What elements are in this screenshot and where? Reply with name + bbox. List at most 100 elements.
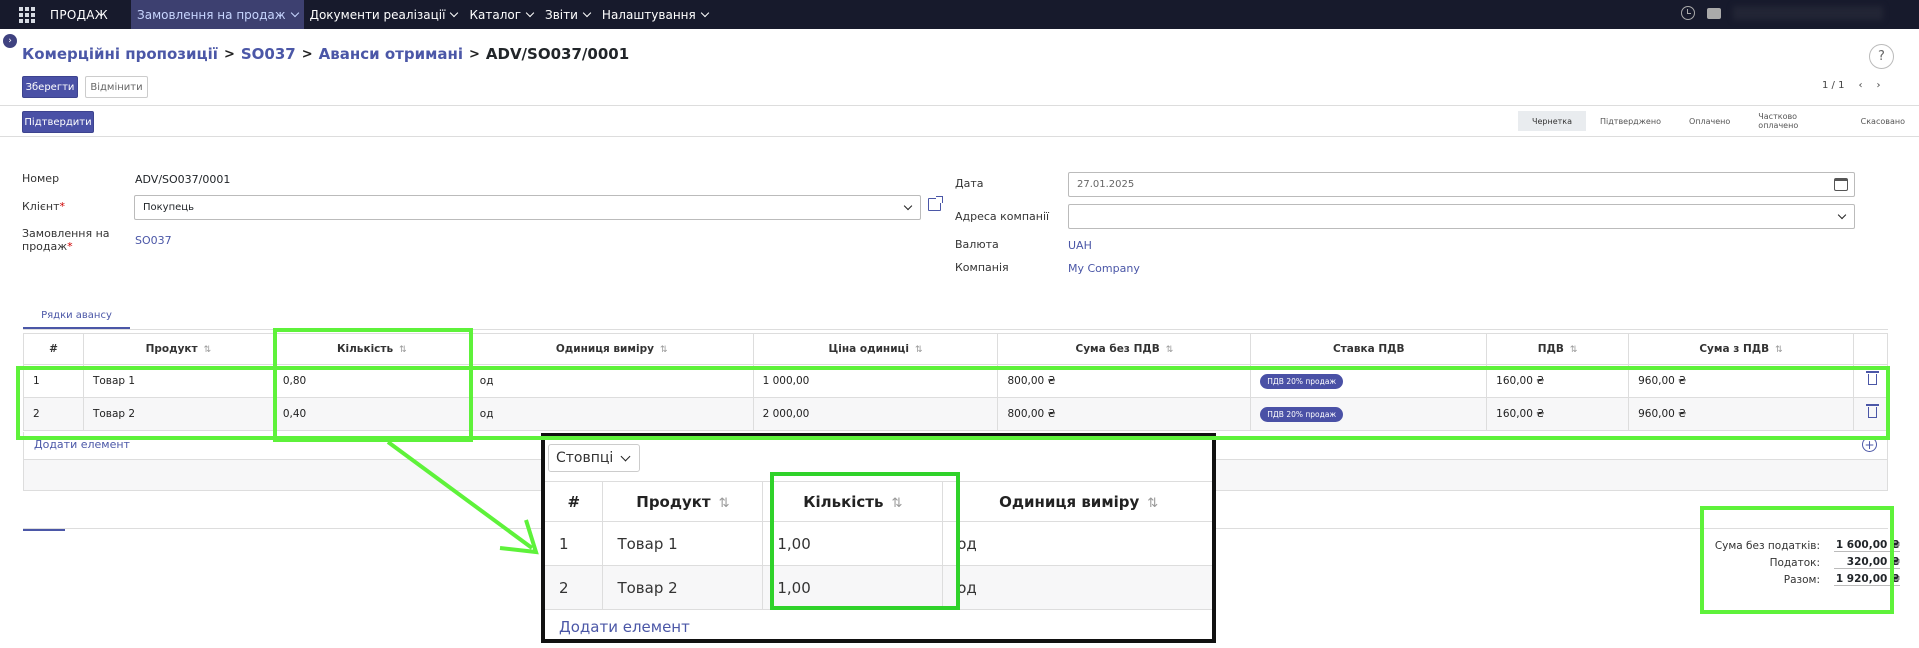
stage-partially-paid[interactable]: Частково оплачено: [1744, 111, 1846, 131]
company-address-label: Адреса компанії: [955, 210, 1050, 223]
col-product[interactable]: Продукт ⇅: [82, 333, 274, 365]
menu-reports[interactable]: Звіти: [539, 0, 596, 29]
stage-draft[interactable]: Чернетка: [1518, 111, 1587, 131]
systray: [1681, 6, 1883, 20]
col-price-label: Ціна одиниці: [828, 343, 909, 355]
divider: [0, 136, 1919, 137]
sort-icon[interactable]: ⇅: [1570, 345, 1578, 355]
tab-underline: [23, 529, 65, 531]
chevron-down-icon[interactable]: [1837, 210, 1847, 220]
required-mark: *: [59, 200, 66, 213]
menu-settings[interactable]: Налаштування: [596, 0, 714, 29]
sort-icon[interactable]: ⇅: [1147, 496, 1158, 511]
chevron-right-icon: >: [301, 46, 313, 62]
cell-uom[interactable]: од: [942, 521, 1212, 566]
help-button[interactable]: ?: [1869, 44, 1894, 69]
currency-value[interactable]: UAH: [1068, 239, 1092, 252]
menu-sales-orders[interactable]: Замовлення на продаж: [131, 0, 304, 29]
date-label: Дата: [955, 177, 984, 190]
pager: 1 / 1 ‹ ›: [1822, 80, 1880, 91]
user-menu-blurred[interactable]: [1733, 6, 1883, 20]
discard-button[interactable]: Відмінити: [85, 76, 148, 98]
currency-label: Валюта: [955, 238, 999, 251]
chevron-down-icon[interactable]: [903, 201, 913, 211]
highlight-totals-box: [1700, 506, 1894, 614]
app-brand[interactable]: ПРОДАЖ: [50, 8, 108, 22]
highlight-quantity-box: [273, 328, 473, 442]
apps-grid-icon[interactable]: [17, 5, 37, 25]
confirm-button[interactable]: Підтвердити: [22, 111, 94, 133]
menu-label: Налаштування: [601, 7, 696, 22]
cell-uom[interactable]: од: [942, 565, 1212, 610]
cell-product[interactable]: Товар 1: [602, 521, 764, 566]
chevron-down-icon: [525, 8, 535, 17]
col-total[interactable]: Сума з ПДВ ⇅: [1628, 333, 1854, 365]
divider: [0, 105, 1919, 106]
breadcrumb-order[interactable]: SO037: [241, 45, 296, 63]
pager-prev-icon[interactable]: ‹: [1858, 80, 1862, 91]
order-label-line2: продаж: [22, 240, 68, 253]
external-link-icon[interactable]: [928, 196, 943, 211]
order-label-line1: Замовлення на: [22, 227, 110, 240]
menu-label: Каталог: [469, 7, 522, 22]
number-label: Номер: [22, 172, 60, 185]
stage-cancelled[interactable]: Скасовано: [1847, 111, 1919, 131]
stage-paid[interactable]: Оплачено: [1675, 111, 1744, 131]
sort-icon[interactable]: ⇅: [719, 496, 730, 511]
col-uom[interactable]: Одиниця виміру ⇅: [942, 481, 1212, 522]
col-vat[interactable]: ПДВ ⇅: [1486, 333, 1630, 365]
company-value[interactable]: My Company: [1068, 262, 1140, 275]
add-line-link[interactable]: Додати елемент: [559, 618, 690, 636]
main-menu: Замовлення на продаж Документи реалізаці…: [131, 0, 714, 29]
cell-number: 2: [545, 565, 604, 610]
col-uom-label: Одиниця виміру: [555, 343, 654, 355]
activity-clock-icon[interactable]: [1681, 6, 1695, 20]
breadcrumb-advances[interactable]: Аванси отримані: [319, 45, 463, 63]
menu-delivery-docs[interactable]: Документи реалізації: [304, 0, 464, 29]
client-field[interactable]: Покупець: [134, 195, 921, 220]
date-field[interactable]: 27.01.2025: [1068, 172, 1855, 197]
breadcrumb-current: ADV/SO037/0001: [485, 45, 630, 63]
sort-icon[interactable]: ⇅: [915, 345, 923, 355]
cell-number: 1: [545, 521, 604, 566]
columns-dropdown[interactable]: Стовпці: [548, 444, 640, 472]
highlight-inset-quantity-box: [770, 472, 960, 610]
breadcrumb: Комерційні пропозиції > SO037 > Аванси о…: [22, 45, 629, 63]
col-subtotal-label: Сума без ПДВ: [1075, 343, 1160, 355]
sidebar-toggle-icon[interactable]: ›: [3, 34, 17, 48]
messages-icon[interactable]: [1707, 8, 1721, 19]
chevron-down-icon: [290, 8, 299, 17]
top-navbar: ПРОДАЖ Замовлення на продаж Документи ре…: [0, 0, 1919, 29]
save-button[interactable]: Зберегти: [22, 76, 78, 98]
sort-icon[interactable]: ⇅: [204, 345, 212, 355]
company-address-field[interactable]: [1068, 204, 1855, 229]
col-total-label: Сума з ПДВ: [1699, 343, 1770, 355]
client-label: Клієнт*: [22, 200, 65, 213]
sale-order-link[interactable]: SO037: [135, 234, 172, 247]
sort-icon[interactable]: ⇅: [1166, 345, 1174, 355]
col-number: #: [545, 481, 604, 522]
tab-advance-lines[interactable]: Рядки авансу: [23, 304, 130, 329]
sort-icon[interactable]: ⇅: [1775, 345, 1783, 355]
menu-label: Звіти: [545, 7, 578, 22]
col-subtotal[interactable]: Сума без ПДВ ⇅: [997, 333, 1252, 365]
chevron-down-icon: [700, 8, 709, 17]
col-unit-price[interactable]: Ціна одиниці ⇅: [752, 333, 999, 365]
col-product[interactable]: Продукт ⇅: [602, 481, 764, 522]
stage-confirmed[interactable]: Підтверджено: [1586, 111, 1675, 131]
col-product-label: Продукт: [145, 343, 198, 355]
cell-product[interactable]: Товар 2: [602, 565, 764, 610]
col-product-label: Продукт: [636, 492, 711, 511]
col-number: #: [23, 333, 84, 365]
col-uom[interactable]: Одиниця виміру ⇅: [469, 333, 754, 365]
sort-icon[interactable]: ⇅: [660, 345, 668, 355]
client-label-text: Клієнт: [22, 200, 60, 213]
calendar-icon[interactable]: [1834, 178, 1848, 191]
chevron-right-icon: >: [223, 46, 235, 62]
menu-label: Документи реалізації: [309, 7, 446, 22]
pager-next-icon[interactable]: ›: [1876, 80, 1880, 91]
sale-order-label: Замовлення на продаж*: [22, 227, 110, 253]
menu-catalog[interactable]: Каталог: [463, 0, 539, 29]
date-value: 27.01.2025: [1077, 179, 1135, 190]
breadcrumb-quotations[interactable]: Комерційні пропозиції: [22, 45, 218, 63]
